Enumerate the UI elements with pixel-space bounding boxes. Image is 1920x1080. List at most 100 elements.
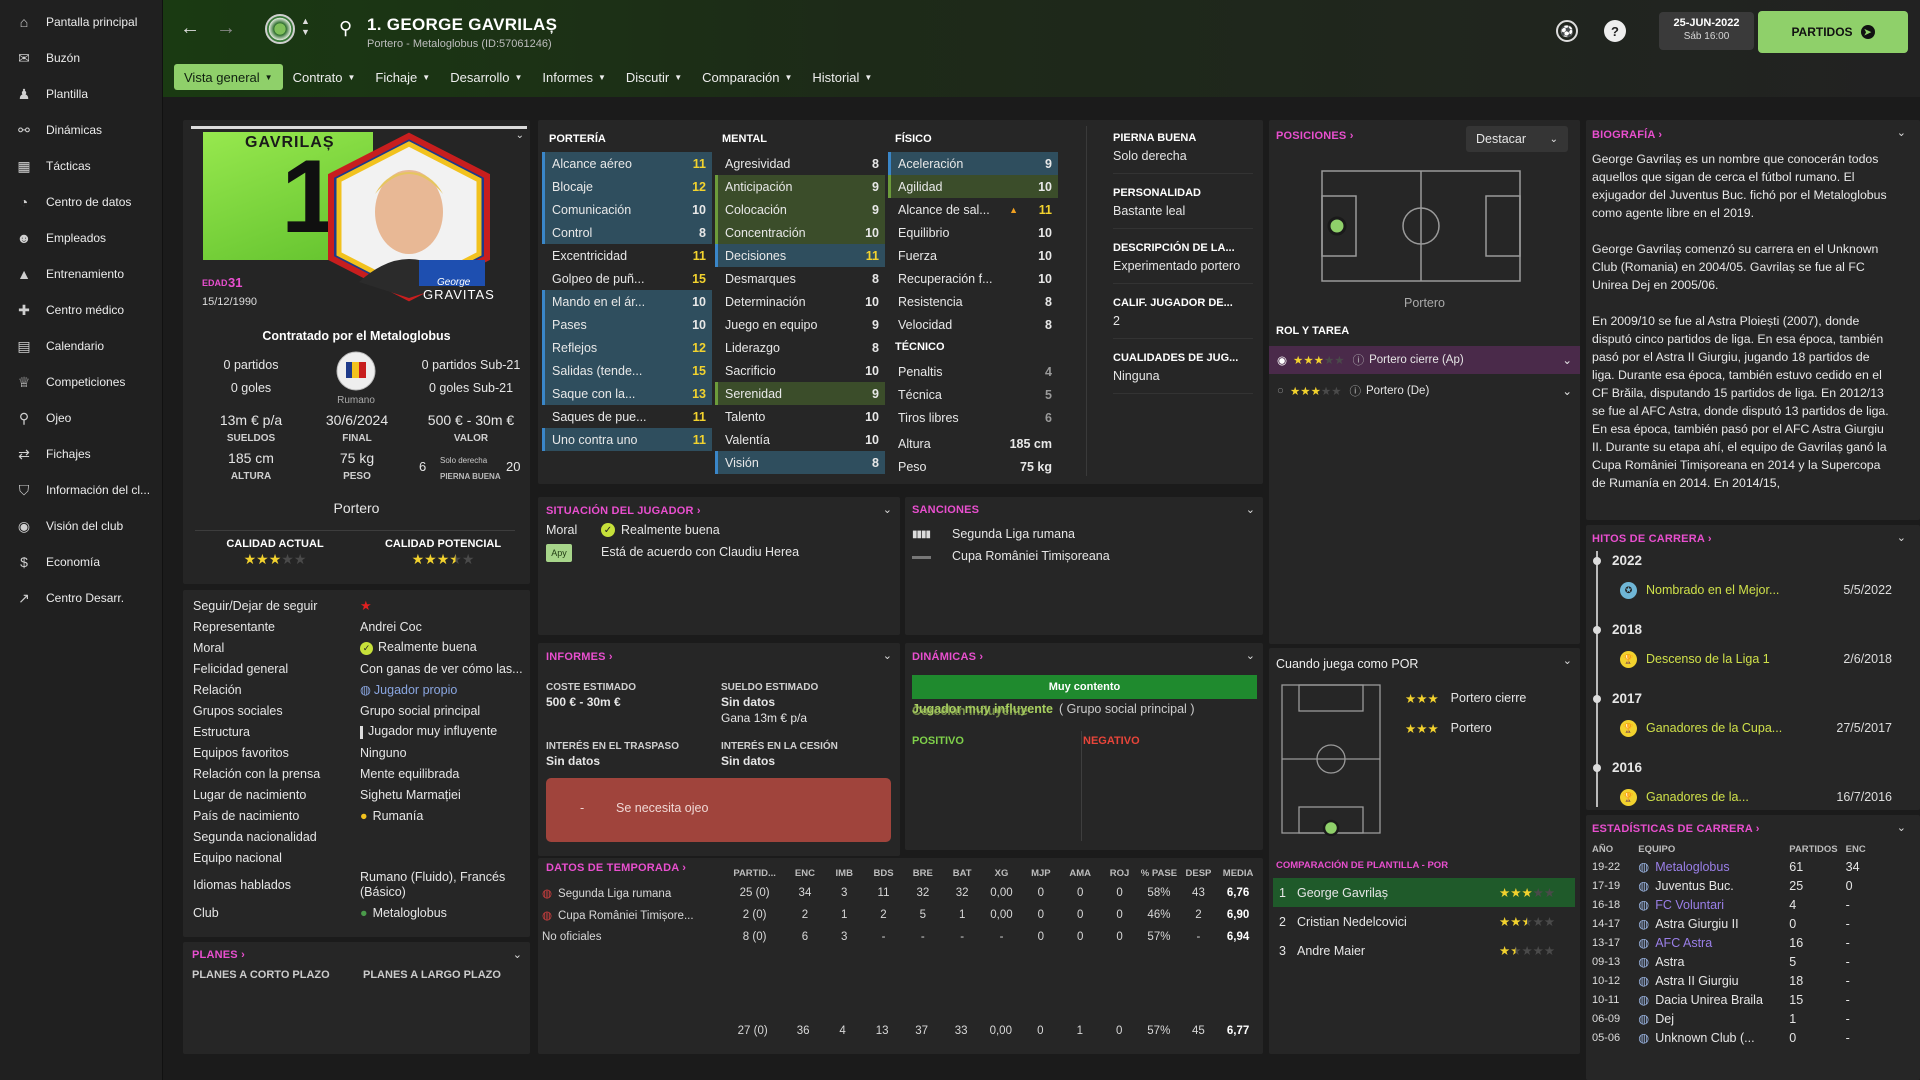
career-team[interactable]: ◍ Astra Giurgiu II — [1638, 914, 1789, 933]
sidebar-item-finances[interactable]: $ Economía — [0, 544, 162, 580]
reports-title[interactable]: INFORMES › — [546, 651, 613, 663]
continue-button[interactable]: PARTIDOS ➤ — [1758, 11, 1908, 53]
radio-selected-icon[interactable]: ◉ — [1277, 353, 1287, 367]
sanction-list: ▮▮▮▮ Segunda Liga rumana ▬▬ Cupa României T… — [912, 523, 1110, 567]
reports-chevron-icon[interactable]: ⌄ — [883, 649, 892, 662]
tab-desarrollo[interactable]: Desarrollo ▼ — [440, 64, 532, 90]
info-icon: ⓘ — [1352, 355, 1365, 367]
plans-title[interactable]: PLANES › — [192, 949, 245, 961]
sidebar-item-transfers[interactable]: ⇄ Fichajes — [0, 436, 162, 472]
milestone-text[interactable]: Descenso de la Liga 1 — [1646, 652, 1796, 666]
milestones-chevron-icon[interactable]: ⌄ — [1897, 531, 1906, 544]
milestone-text[interactable]: Ganadores de la Cupa... — [1646, 721, 1796, 735]
as-goalkeeper-chevron-icon[interactable]: ⌄ — [1563, 654, 1572, 667]
tab-vista-general[interactable]: Vista general ▼ — [174, 64, 283, 90]
tab-fichaje[interactable]: Fichaje ▼ — [365, 64, 440, 90]
dynamics-title[interactable]: DINÁMICAS › — [912, 651, 983, 663]
sidebar-item-development[interactable]: ↗ Centro Desarr. — [0, 580, 162, 616]
club-badge[interactable] — [265, 14, 295, 44]
contract-title[interactable]: Contratado por el Metaloglobus — [183, 329, 530, 343]
sidebar-item-dynamics[interactable]: ⚯ Dinámicas — [0, 112, 162, 148]
role-row[interactable]: ◉ ★★★★★ ⓘ Portero cierre (Ap) ⌄ — [1269, 346, 1580, 374]
career-clean-sheets: 34 — [1845, 859, 1860, 874]
attribute-name: Recuperación f... — [898, 271, 993, 286]
situation-chevron-icon[interactable]: ⌄ — [883, 503, 892, 516]
tab-comparación[interactable]: Comparación ▼ — [692, 64, 802, 90]
chevron-down-icon[interactable]: ⌄ — [1562, 384, 1572, 398]
season-cell: 32 — [955, 887, 969, 899]
tab-discutir[interactable]: Discutir ▼ — [616, 64, 692, 90]
career-team[interactable]: ◍ Dacia Unirea Braila — [1638, 990, 1789, 1009]
scouting-required-button[interactable]: - Se necesita ojeo — [546, 778, 891, 842]
career-team[interactable]: ◍ Juventus Buc. — [1638, 876, 1789, 895]
club-switch-arrows-icon[interactable]: ▲ ▼ — [301, 16, 310, 38]
goalkeeping-column: PORTERÍA Alcance aéreo 11 Blocaje 12 Comunic… — [542, 133, 712, 451]
milestone-text[interactable]: Nombrado en el Mejor... — [1646, 583, 1796, 597]
tab-historial[interactable]: Historial ▼ — [802, 64, 882, 90]
attribute-value: 9 — [872, 202, 879, 217]
sanctions-chevron-icon[interactable]: ⌄ — [1246, 503, 1255, 516]
empty-star-icon: ★ — [1532, 944, 1544, 958]
chevron-down-icon[interactable]: ⌄ — [1562, 353, 1572, 367]
follow-star-icon[interactable]: ★ — [360, 598, 372, 613]
career-team[interactable]: ◍ Astra II Giurgiu — [1638, 971, 1789, 990]
season-competition[interactable]: No oficiales — [542, 926, 724, 948]
sidebar-item-inbox[interactable]: ✉ Buzón — [0, 40, 162, 76]
career-stats-title[interactable]: ESTADÍSTICAS DE CARRERA › — [1592, 823, 1760, 835]
empty-star-icon: ★ — [1543, 886, 1556, 900]
positions-title[interactable]: POSICIONES › — [1276, 130, 1354, 142]
sidebar-item-staff[interactable]: ☻ Empleados — [0, 220, 162, 256]
career-team[interactable]: ◍ Unknown Club (... — [1638, 1028, 1789, 1047]
season-cell: 0 — [1116, 931, 1123, 943]
biography-chevron-icon[interactable]: ⌄ — [1897, 126, 1906, 139]
career-team[interactable]: ◍ Dej — [1638, 1009, 1789, 1028]
sidebar-item-squad[interactable]: ♟ Plantilla — [0, 76, 162, 112]
career-team[interactable]: ◍ FC Voluntari — [1638, 895, 1789, 914]
forward-arrow-icon[interactable]: → — [213, 17, 239, 39]
star-icon: ★ — [1300, 386, 1311, 398]
plans-chevron-icon[interactable]: ⌄ — [513, 948, 522, 961]
milestones-title[interactable]: HITOS DE CARRERA › — [1592, 533, 1712, 545]
attribute-name: Excentricidad — [552, 248, 628, 263]
biography-title[interactable]: BIOGRAFÍA › — [1592, 129, 1662, 141]
career-stats-panel: ESTADÍSTICAS DE CARRERA › ⌄ AÑO EQUIPO PAR… — [1586, 815, 1920, 1080]
profile-chevron-icon[interactable]: ⌄ — [516, 130, 524, 141]
sidebar-item-medical[interactable]: ✚ Centro médico — [0, 292, 162, 328]
info-value: Mente equilibrada — [360, 767, 522, 781]
situation-title[interactable]: SITUACIÓN DEL JUGADOR › — [546, 505, 701, 517]
as-goalkeeper-panel: Cuando juega como POR ⌄ ★★★ Portero cierr… — [1269, 648, 1580, 1054]
sidebar-item-club-vision[interactable]: ◉ Visión del club — [0, 508, 162, 544]
sidebar-item-club-info[interactable]: ⛉ Información del cl... — [0, 472, 162, 508]
help-icon[interactable]: ? — [1604, 20, 1626, 42]
back-arrow-icon[interactable]: ← — [177, 17, 203, 39]
sidebar-item-scouting[interactable]: ⚲ Ojeo — [0, 400, 162, 436]
sidebar-item-training[interactable]: ▲ Entrenamiento — [0, 256, 162, 292]
tab-contrato[interactable]: Contrato ▼ — [283, 64, 366, 90]
comparison-row[interactable]: 3 Andre Maier ★★★★★ — [1273, 936, 1575, 965]
career-team[interactable]: ◍ AFC Astra — [1638, 933, 1789, 952]
sidebar-item-tactics[interactable]: ▦ Tácticas — [0, 148, 162, 184]
comparison-row[interactable]: 1 George Gavrilaș ★★★★★ — [1273, 878, 1575, 907]
sidebar-item-trophy[interactable]: ♕ Competiciones — [0, 364, 162, 400]
career-team[interactable]: ◍ Metaloglobus — [1638, 857, 1789, 876]
nationality-flag-icon[interactable] — [333, 350, 379, 392]
career-team[interactable]: ◍ Astra — [1638, 952, 1789, 971]
info-value[interactable]: ◍ Jugador propio — [360, 682, 522, 697]
sidebar-item-home[interactable]: ⌂ Pantalla principal — [0, 4, 162, 40]
sanctions-title: SANCIONES — [912, 504, 980, 516]
role-row[interactable]: ○ ★★★★★ ⓘ Portero (De) ⌄ — [1269, 377, 1580, 405]
season-competition[interactable]: ◍ Segunda Liga rumana — [542, 882, 724, 904]
search-icon[interactable]: ⚲ — [339, 18, 352, 39]
dynamics-chevron-icon[interactable]: ⌄ — [1246, 649, 1255, 662]
date-box[interactable]: 25-JUN-2022 Sáb 16:00 — [1659, 12, 1754, 50]
career-chevron-icon[interactable]: ⌄ — [1897, 821, 1906, 834]
comparison-row[interactable]: 2 Cristian Nedelcovici ★★★★★ — [1273, 907, 1575, 936]
sidebar-item-calendar[interactable]: ▤ Calendario — [0, 328, 162, 364]
highlight-dropdown[interactable]: Destacar ⌄ — [1466, 126, 1568, 152]
sidebar-item-data-hub[interactable]: ◔ Centro de datos — [0, 184, 162, 220]
milestone-text[interactable]: Ganadores de la... — [1646, 790, 1796, 804]
tab-informes[interactable]: Informes ▼ — [532, 64, 616, 90]
ball-icon[interactable]: ⚽ — [1556, 20, 1578, 42]
season-competition[interactable]: ◍ Cupa României Timișore... — [542, 904, 724, 926]
radio-icon[interactable]: ○ — [1277, 385, 1284, 397]
